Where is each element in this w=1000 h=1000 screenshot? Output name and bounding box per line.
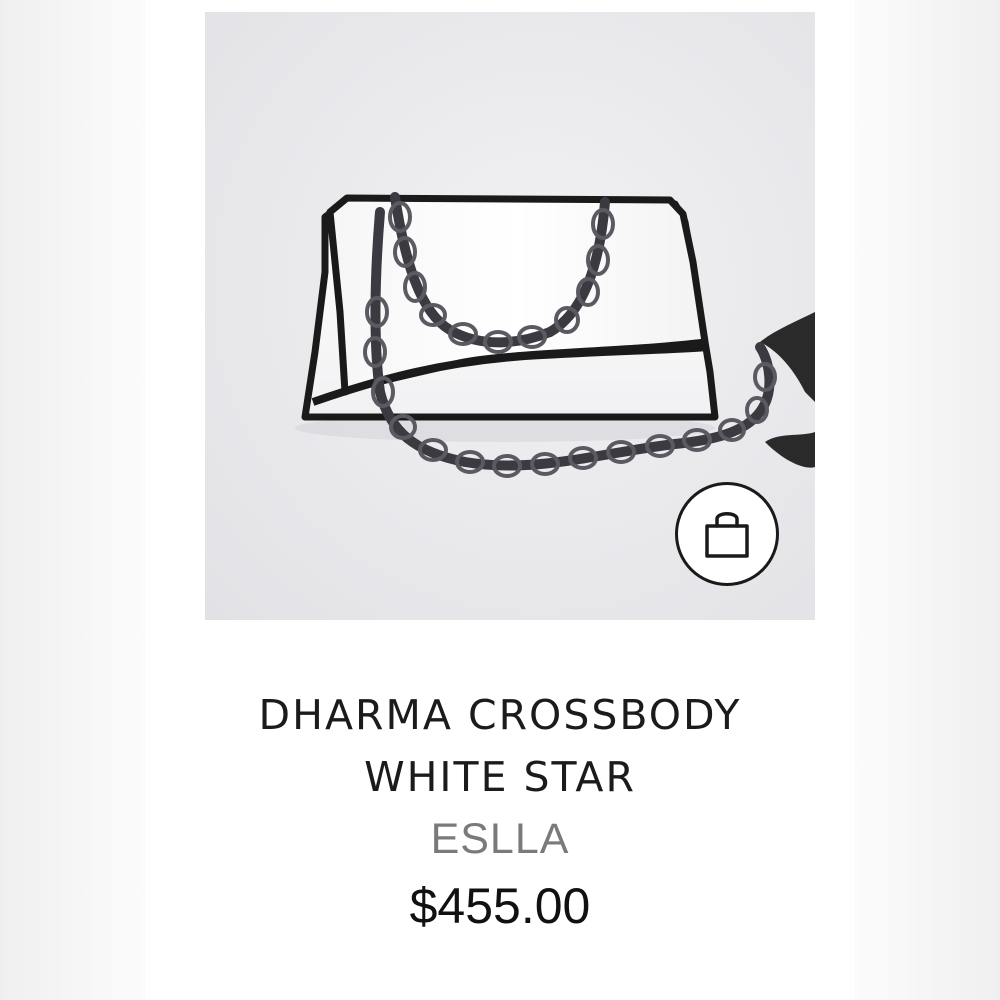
shopping-bag-icon [705, 512, 749, 558]
background-right [855, 0, 1000, 1000]
product-title[interactable]: DHARMA CROSSBODY WHITE STAR [145, 684, 855, 808]
product-card[interactable]: DHARMA CROSSBODY WHITE STAR ESLLA $455.0… [145, 0, 855, 1000]
product-image[interactable] [205, 12, 815, 620]
product-brand[interactable]: ESLLA [145, 812, 855, 866]
product-price: $455.00 [409, 878, 591, 934]
product-title-line-2[interactable]: WHITE STAR [145, 746, 855, 808]
product-title-line-1[interactable]: DHARMA CROSSBODY [145, 684, 855, 746]
background-left [0, 0, 145, 1000]
add-to-bag-button[interactable] [675, 482, 779, 586]
